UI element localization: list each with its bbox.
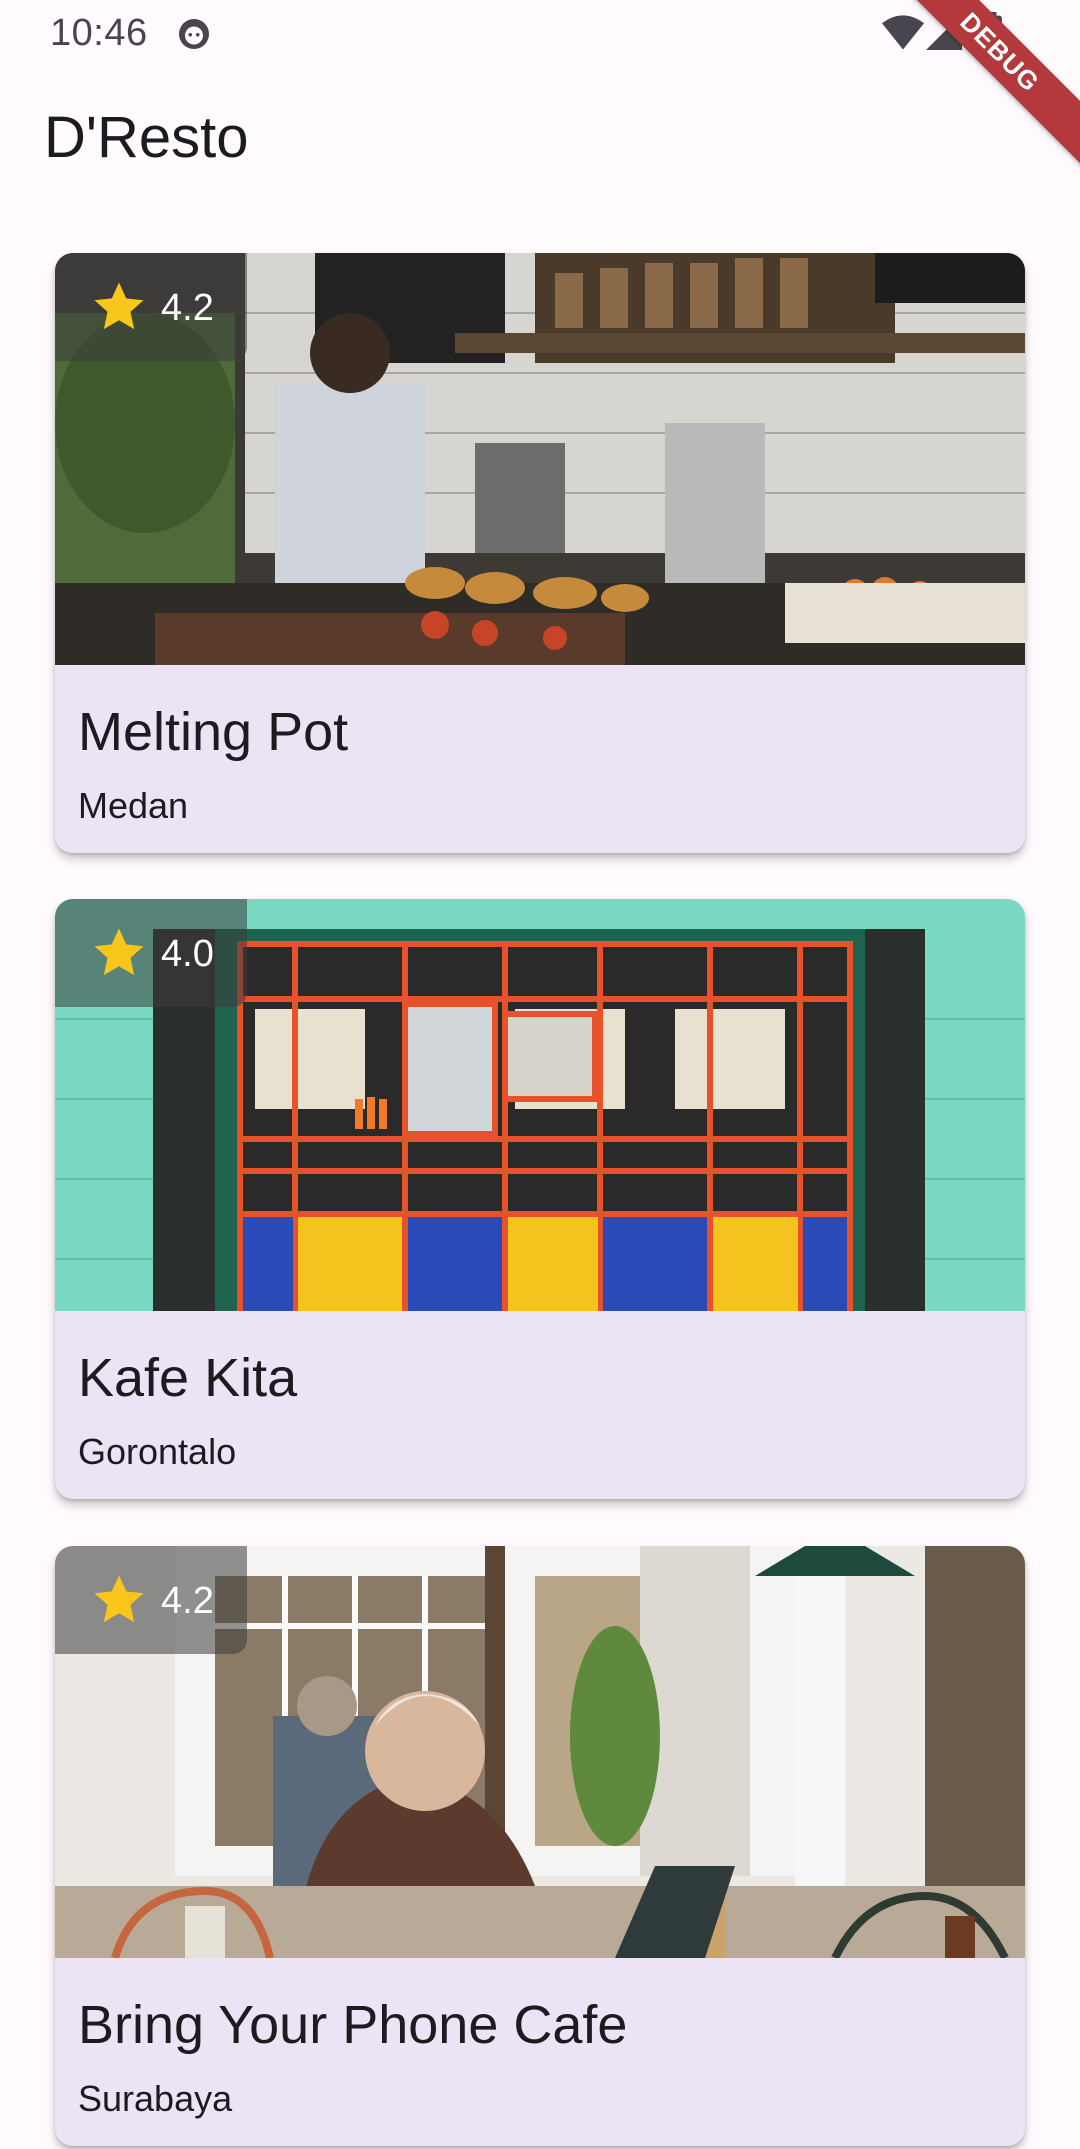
- restaurant-name: Bring Your Phone Cafe: [78, 1995, 628, 2055]
- android-debug-icon: [179, 19, 209, 49]
- restaurant-city: Medan: [78, 785, 189, 826]
- restaurant-name: Melting Pot: [78, 702, 349, 762]
- app-title: D'Resto: [44, 105, 249, 170]
- star-icon: [94, 1575, 144, 1623]
- status-time: 10:46: [50, 12, 148, 54]
- restaurant-city: Surabaya: [78, 2078, 233, 2119]
- wifi-icon: [882, 15, 924, 50]
- star-icon: [94, 282, 144, 330]
- rating-badge: 4.2: [55, 1546, 247, 1654]
- rating-value: 4.0: [161, 933, 214, 975]
- rating-badge: 4.0: [55, 899, 247, 1007]
- restaurant-city: Gorontalo: [78, 1431, 237, 1472]
- restaurant-name: Kafe Kita: [78, 1348, 298, 1408]
- rating-badge: 4.2: [55, 253, 247, 361]
- rating-value: 4.2: [161, 287, 214, 329]
- status-bar: 10:46: [0, 0, 1080, 66]
- rating-value: 4.2: [161, 1580, 214, 1622]
- restaurant-card[interactable]: 4.2 Melting Pot Medan: [55, 253, 1025, 853]
- restaurant-card[interactable]: 4.0 Kafe Kita Gorontalo: [55, 899, 1025, 1499]
- restaurant-card[interactable]: 4.2 Bring Your Phone Cafe Surabaya: [55, 1546, 1025, 2146]
- star-icon: [94, 928, 144, 976]
